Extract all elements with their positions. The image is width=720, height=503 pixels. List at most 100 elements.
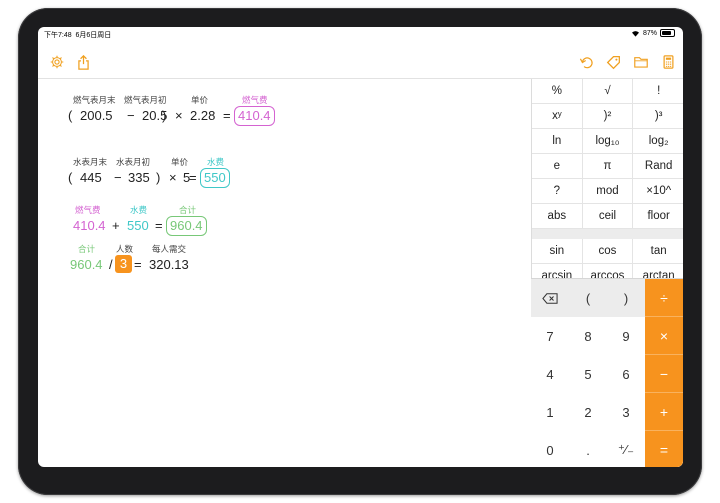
value-gas-end[interactable]: 200.5 — [80, 108, 113, 123]
label-unit-price: 单价 — [191, 95, 209, 105]
digit-6-key[interactable]: 6 — [607, 355, 645, 393]
result-water-fee[interactable]: 550 — [200, 168, 230, 188]
ln-key[interactable]: ln — [532, 129, 583, 154]
operator-times: × — [175, 108, 183, 123]
sqrt-key[interactable]: √ — [582, 79, 634, 104]
cos-key[interactable]: cos — [582, 239, 634, 264]
e-key[interactable]: e — [532, 154, 583, 179]
digit-0-key[interactable]: 0 — [531, 431, 569, 467]
wifi-icon — [631, 30, 639, 37]
label-water-end: 水表月末 — [73, 157, 108, 167]
equals-sign: = — [155, 218, 163, 233]
label-people-count: 人数 — [116, 244, 134, 254]
calculator-icon[interactable] — [658, 51, 678, 73]
label-gas-end: 燃气表月末 — [73, 95, 116, 105]
paren-open: ( — [68, 170, 73, 185]
label-water-start: 水表月初 — [116, 157, 151, 167]
selected-people-count[interactable]: 3 — [115, 255, 132, 273]
label-water-fee: 水费 — [130, 205, 148, 215]
label-gas-start: 燃气表月初 — [124, 95, 167, 105]
decimal-key[interactable]: . — [569, 431, 607, 467]
screen: 下午7:48 6月6日周日 87% 燃气表月末 燃气表月初 单价 燃气费 (2… — [38, 27, 683, 467]
add-key[interactable]: + — [645, 393, 683, 431]
ceil-key[interactable]: ceil — [582, 204, 634, 229]
battery-icon — [660, 29, 675, 37]
label-gas-fee: 燃气费 — [75, 205, 101, 215]
mod-key[interactable]: mod — [582, 179, 634, 204]
digit-7-key[interactable]: 7 — [531, 317, 569, 355]
rand-key[interactable]: Rand — [633, 154, 683, 179]
result-total[interactable]: 960.4 — [166, 216, 207, 236]
abs-key[interactable]: abs — [532, 204, 583, 229]
square-key[interactable]: )² — [582, 104, 634, 129]
plus-minus-key[interactable]: ⁺∕₋ — [607, 431, 645, 467]
function-keys: % √ ! xʸ )² )³ ln log₁₀ log₂ e π Rand ? … — [532, 79, 683, 229]
ref-water-fee[interactable]: 550 — [127, 218, 149, 233]
placeholder-key[interactable]: ? — [532, 179, 583, 204]
label-total: 合计 — [179, 205, 197, 215]
digit-2-key[interactable]: 2 — [569, 393, 607, 431]
value-water-start[interactable]: 335 — [128, 170, 150, 185]
operator-minus: − — [127, 108, 135, 123]
equals-sign: = — [189, 170, 197, 185]
value-gas-unit-price[interactable]: 2.28 — [190, 108, 215, 123]
tan-key[interactable]: tan — [633, 239, 683, 264]
factorial-key[interactable]: ! — [633, 79, 683, 104]
power-key[interactable]: xʸ — [532, 104, 583, 129]
calculation-document[interactable]: 燃气表月末 燃气表月初 单价 燃气费 ( 200.5 − 20.5 ) × 2.… — [38, 79, 531, 467]
ref-total[interactable]: 960.4 — [70, 257, 103, 272]
sin-key[interactable]: sin — [532, 239, 583, 264]
toolbar — [38, 51, 683, 79]
cube-key[interactable]: )³ — [633, 104, 683, 129]
operator-divide: / — [109, 257, 113, 272]
tag-icon[interactable] — [603, 51, 623, 73]
digit-9-key[interactable]: 9 — [607, 317, 645, 355]
label-per-person: 每人需交 — [152, 244, 187, 254]
value-water-end[interactable]: 445 — [80, 170, 102, 185]
backspace-icon — [542, 292, 558, 304]
open-paren-key[interactable]: ( — [569, 279, 607, 317]
divide-key[interactable]: ÷ — [645, 279, 683, 317]
number-keypad: ( ) ÷ 7 8 9 × 4 5 6 − 1 2 3 + 0 . ⁺∕₋ = — [531, 278, 683, 467]
label-gas-fee: 燃气费 — [242, 95, 268, 105]
folder-icon[interactable] — [631, 51, 651, 73]
equals-sign: = — [134, 257, 142, 272]
digit-3-key[interactable]: 3 — [607, 393, 645, 431]
status-right: 87% — [631, 29, 675, 37]
paren-open: ( — [68, 108, 73, 123]
paren-close: ) — [162, 108, 167, 123]
paren-close: ) — [156, 170, 161, 185]
result-per-person: 320.13 — [149, 257, 189, 272]
operator-plus: + — [112, 218, 120, 233]
digit-8-key[interactable]: 8 — [569, 317, 607, 355]
multiply-key[interactable]: × — [645, 317, 683, 355]
pi-key[interactable]: π — [582, 154, 634, 179]
status-time: 下午7:48 6月6日周日 — [44, 32, 112, 39]
label-water-fee: 水费 — [207, 157, 225, 167]
equals-key[interactable]: = — [645, 431, 683, 467]
digit-4-key[interactable]: 4 — [531, 355, 569, 393]
log2-key[interactable]: log₂ — [633, 129, 683, 154]
equals-sign: = — [223, 108, 231, 123]
result-gas-fee[interactable]: 410.4 — [234, 106, 275, 126]
backspace-key[interactable] — [531, 279, 569, 317]
close-paren-key[interactable]: ) — [607, 279, 645, 317]
sci-notation-key[interactable]: ×10^ — [633, 179, 683, 204]
percent-key[interactable]: % — [532, 79, 583, 104]
gear-icon[interactable] — [47, 51, 67, 73]
subtract-key[interactable]: − — [645, 355, 683, 393]
log10-key[interactable]: log₁₀ — [582, 129, 634, 154]
function-separator — [532, 229, 683, 239]
digit-1-key[interactable]: 1 — [531, 393, 569, 431]
operator-minus: − — [114, 170, 122, 185]
status-bar: 下午7:48 6月6日周日 87% — [38, 27, 683, 41]
operator-times: × — [169, 170, 177, 185]
label-total: 合计 — [78, 244, 96, 254]
ref-gas-fee[interactable]: 410.4 — [73, 218, 106, 233]
digit-5-key[interactable]: 5 — [569, 355, 607, 393]
label-unit-price: 单价 — [171, 157, 189, 167]
battery-percent: 87% — [642, 29, 657, 37]
share-icon[interactable] — [73, 51, 93, 73]
undo-icon[interactable] — [576, 51, 596, 73]
floor-key[interactable]: floor — [633, 204, 683, 229]
